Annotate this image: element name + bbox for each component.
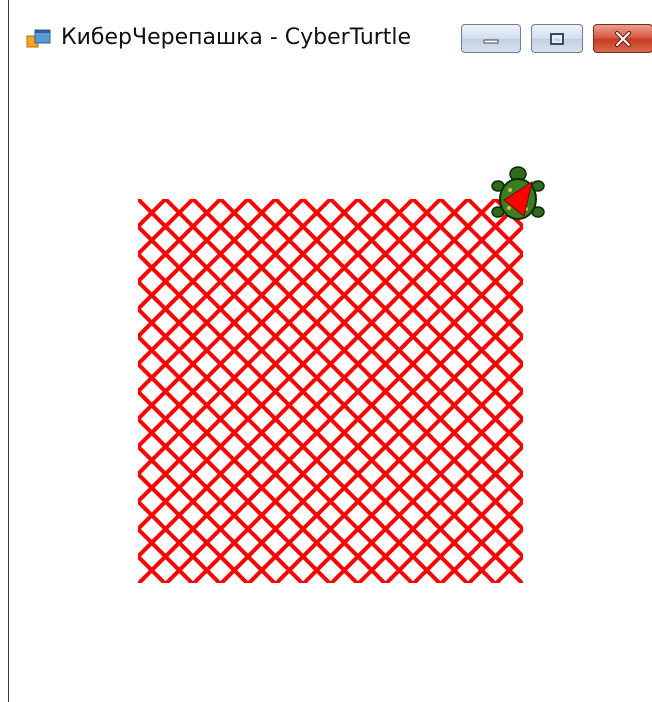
lattice-line <box>9 199 111 584</box>
close-icon <box>615 30 631 47</box>
lattice-line <box>633 199 652 584</box>
app-window-icon[interactable] <box>26 28 52 54</box>
lattice-line <box>138 416 305 583</box>
minimize-icon <box>483 39 499 43</box>
turtle-canvas <box>9 166 652 584</box>
lattice-line <box>411 471 523 583</box>
lattice-line <box>138 581 140 583</box>
lattice-line <box>9 199 56 584</box>
lattice-line <box>521 199 523 202</box>
lattice-line <box>138 199 250 312</box>
drawn-lattice <box>9 199 652 584</box>
turtle-icon[interactable] <box>491 166 545 220</box>
maximize-icon <box>550 32 564 45</box>
title-bar[interactable]: КиберЧерепашка - CyberTurtle <box>9 0 652 72</box>
lattice-line <box>551 199 652 584</box>
lattice-line <box>578 199 652 584</box>
lattice-line <box>9 199 83 584</box>
lattice-line <box>521 581 523 583</box>
lattice-line <box>9 199 28 584</box>
app-window: КиберЧерепашка - CyberTurtle <box>8 0 652 702</box>
lattice-line <box>138 199 305 367</box>
window-title: КиберЧерепашка - CyberTurtle <box>61 25 412 50</box>
minimize-button[interactable] <box>461 24 521 53</box>
lattice-line <box>356 416 523 583</box>
lattice-line <box>606 199 652 584</box>
lattice-line <box>356 199 523 367</box>
close-button[interactable] <box>593 24 652 53</box>
lattice-line <box>138 471 250 583</box>
lattice-line <box>138 199 140 202</box>
turtle-canvas-area[interactable] <box>9 72 652 702</box>
lattice-line <box>411 199 523 312</box>
maximize-button[interactable] <box>531 24 583 53</box>
